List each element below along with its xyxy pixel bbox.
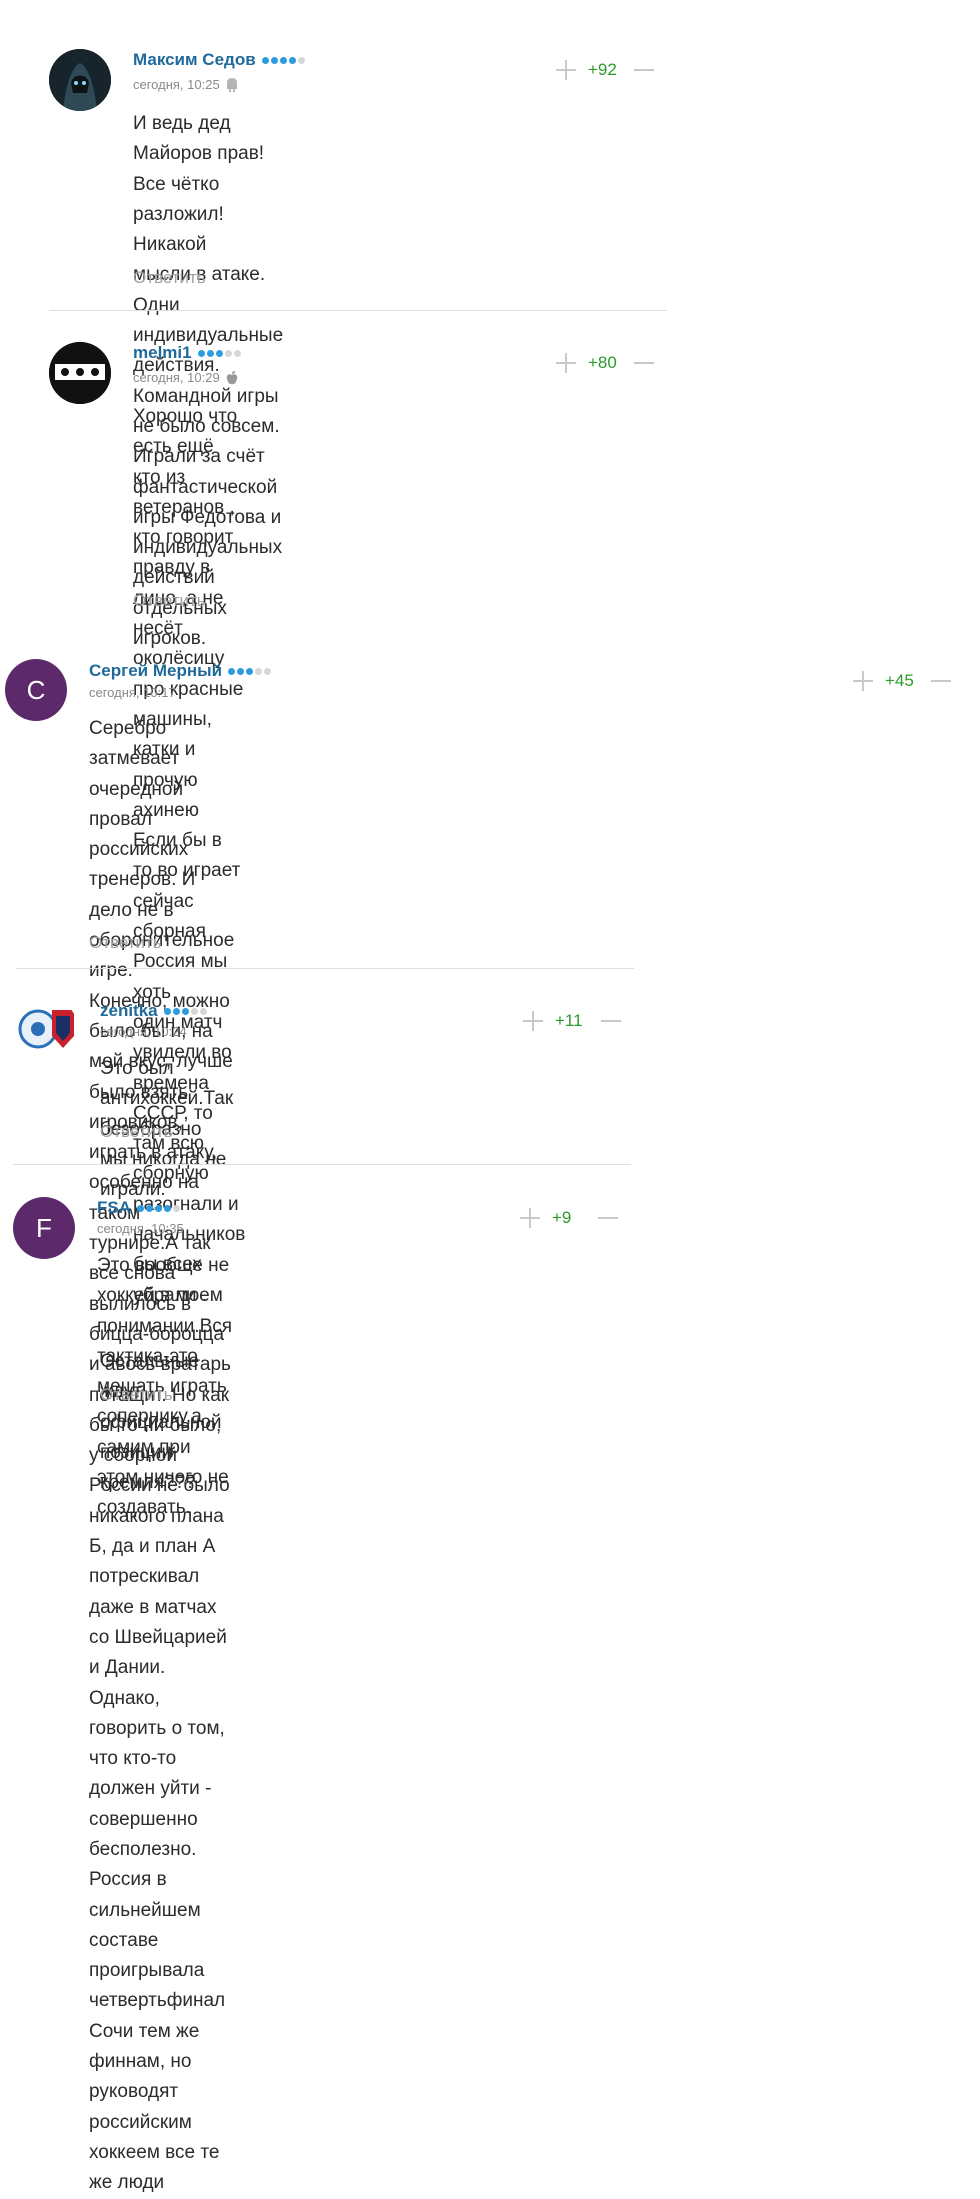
reply-link[interactable]: Ответить xyxy=(133,591,206,611)
upvote-plus-icon[interactable] xyxy=(520,1208,540,1228)
comment-author[interactable]: FSA xyxy=(97,1198,180,1218)
text-line: четвертьфинал Сочи тем же финнам, но рук… xyxy=(89,1990,226,2194)
rating-dot xyxy=(255,667,263,675)
avatar-letter: F xyxy=(36,1212,52,1243)
text-line: должен уйти - совершенно бесполезно. Рос… xyxy=(89,1778,212,1982)
text-line: И ведь дед Майоров прав! Все чётко разло… xyxy=(133,113,265,256)
sport-logo-avatar-icon xyxy=(49,342,111,404)
downvote-minus-icon[interactable] xyxy=(598,1208,618,1228)
rating-dot xyxy=(270,56,278,64)
hooded-figure-avatar-icon xyxy=(49,49,111,111)
author-name[interactable]: Сергей Мерный xyxy=(89,661,222,681)
rating-dot xyxy=(279,56,287,64)
rating-dot xyxy=(164,1204,171,1212)
divider xyxy=(16,968,634,969)
comment-time: сегодня, 10:29 xyxy=(133,370,238,385)
vote-control: +11 xyxy=(523,1011,621,1031)
comment-author[interactable]: Максим Седов xyxy=(133,50,305,70)
comment-time: сегодня, 10:25 xyxy=(133,77,238,92)
comment-score: +45 xyxy=(885,671,914,690)
comment-score: +80 xyxy=(588,353,617,372)
downvote-minus-icon[interactable] xyxy=(931,671,951,691)
avatar[interactable]: С xyxy=(5,659,67,721)
user-rating-dots xyxy=(197,349,241,357)
rating-dot xyxy=(264,667,272,675)
rating-dot xyxy=(137,1204,144,1212)
comment-time: сегодня, 10:17 xyxy=(89,685,176,700)
reply-link[interactable]: Ответить xyxy=(89,933,162,953)
rating-dot xyxy=(155,1204,162,1212)
reply-link[interactable]: Ответить xyxy=(100,1385,173,1405)
rating-dot xyxy=(215,349,223,357)
avatar[interactable] xyxy=(49,49,111,111)
upvote-plus-icon[interactable] xyxy=(556,60,576,80)
comment-author[interactable]: zenitka xyxy=(100,1001,207,1021)
timestamp: сегодня, 10:24 xyxy=(100,1024,187,1039)
user-rating-dots xyxy=(228,667,272,675)
comment-score: +11 xyxy=(555,1011,583,1030)
rating-dot xyxy=(246,667,254,675)
downvote-minus-icon[interactable] xyxy=(634,60,654,80)
android-icon xyxy=(226,77,238,92)
rating-dot xyxy=(261,56,269,64)
club-logos-avatar-icon xyxy=(18,1009,74,1049)
author-name[interactable]: zenitka xyxy=(100,1001,158,1021)
author-name[interactable]: melmi1 xyxy=(133,343,192,363)
text-line: Это был антихоккей.Так безобразно мы ник… xyxy=(100,1058,234,1170)
avatar-letter: С xyxy=(26,674,46,705)
rating-dot xyxy=(297,56,305,64)
text-line: Хорошо что есть ещё кто из ветеранов , к… xyxy=(133,406,238,549)
user-rating-dots xyxy=(137,1204,180,1212)
rating-dot xyxy=(233,349,241,357)
divider xyxy=(49,310,667,311)
downvote-minus-icon[interactable] xyxy=(601,1011,621,1031)
rating-dot xyxy=(190,1007,198,1015)
comment-score: +92 xyxy=(588,60,617,79)
upvote-plus-icon[interactable] xyxy=(556,353,576,373)
timestamp: сегодня, 10:35 xyxy=(97,1221,184,1236)
comment-extra-text: Остальные ждут официальной позиции кремл… xyxy=(100,1351,222,1494)
upvote-plus-icon[interactable] xyxy=(853,671,873,691)
vote-control: +9 xyxy=(520,1208,618,1228)
text-line: правду в лицо ,а не несёт околёсицу про … xyxy=(133,557,244,700)
vote-control: +80 xyxy=(556,353,654,373)
comment-score: +9 xyxy=(552,1208,572,1227)
comment-time: сегодня, 10:24 xyxy=(100,1024,187,1039)
downvote-minus-icon[interactable] xyxy=(634,353,654,373)
comment-author[interactable]: melmi1 xyxy=(133,343,241,363)
reply-link[interactable]: Ответить xyxy=(100,1122,173,1142)
vote-control: +92 xyxy=(556,60,654,80)
avatar[interactable] xyxy=(49,342,111,404)
upvote-plus-icon[interactable] xyxy=(523,1011,543,1031)
reply-link[interactable]: Ответить xyxy=(133,268,206,288)
rating-dot xyxy=(146,1204,153,1212)
rating-dot xyxy=(197,349,205,357)
divider xyxy=(13,1164,631,1165)
vote-control: +45 xyxy=(853,671,951,691)
avatar[interactable]: F xyxy=(13,1197,75,1259)
rating-dot xyxy=(172,1007,180,1015)
comment-time: сегодня, 10:35 xyxy=(97,1221,184,1236)
rating-dot xyxy=(199,1007,207,1015)
rating-dot xyxy=(173,1204,180,1212)
apple-icon xyxy=(226,370,238,385)
text-line: потрескивал даже в матчах со Швейцарией … xyxy=(89,1566,227,1770)
comment-author[interactable]: Сергей Мерный xyxy=(89,661,272,681)
user-rating-dots xyxy=(261,56,305,64)
author-name[interactable]: Максим Седов xyxy=(133,50,256,70)
rating-dot xyxy=(228,667,236,675)
user-rating-dots xyxy=(163,1007,207,1015)
timestamp: сегодня, 10:25 xyxy=(133,77,220,92)
rating-dot xyxy=(224,349,232,357)
rating-dot xyxy=(288,56,296,64)
rating-dot xyxy=(181,1007,189,1015)
timestamp: сегодня, 10:17 xyxy=(89,685,176,700)
timestamp: сегодня, 10:29 xyxy=(133,370,220,385)
rating-dot xyxy=(206,349,214,357)
author-name[interactable]: FSA xyxy=(97,1198,131,1218)
avatar[interactable] xyxy=(16,998,78,1060)
rating-dot xyxy=(163,1007,171,1015)
rating-dot xyxy=(237,667,245,675)
